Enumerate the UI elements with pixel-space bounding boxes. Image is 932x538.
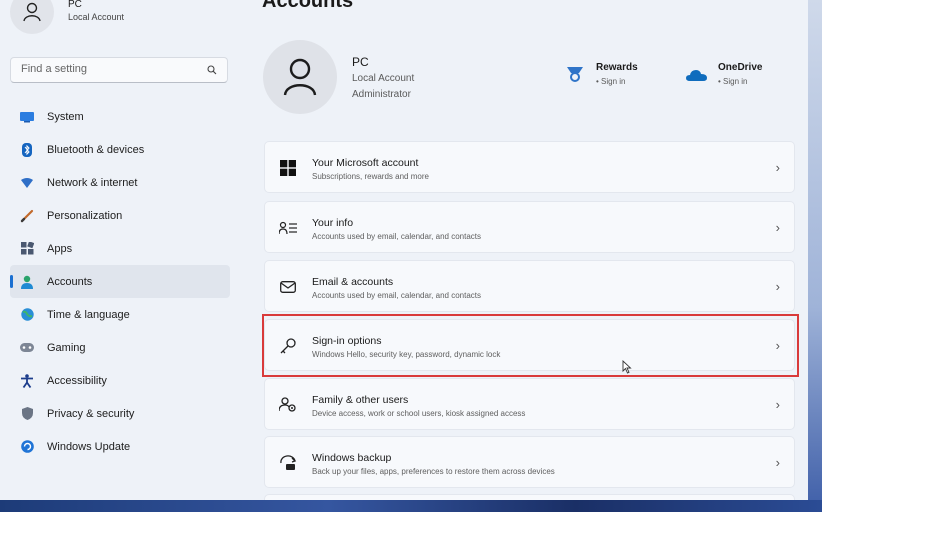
sidebar-item-label: Network & internet xyxy=(47,176,138,189)
card-family-other-users[interactable]: Family & other users Device access, work… xyxy=(264,378,795,430)
sidebar-item-network[interactable]: Network & internet xyxy=(10,166,230,199)
user-icon xyxy=(23,2,41,22)
search-input[interactable] xyxy=(19,62,203,76)
sidebar-item-label: Accounts xyxy=(47,275,93,288)
chevron-right-icon: › xyxy=(775,397,780,412)
chevron-right-icon: › xyxy=(775,455,780,470)
sidebar-item-bluetooth[interactable]: Bluetooth & devices xyxy=(10,133,230,166)
card-subtitle: Accounts used by email, calendar, and co… xyxy=(312,232,481,241)
header-user-name: PC xyxy=(68,0,82,10)
card-email-accounts[interactable]: Email & accounts Accounts used by email,… xyxy=(264,260,795,312)
sidebar-item-label: Windows Update xyxy=(47,440,131,453)
sidebar-item-label: Apps xyxy=(47,242,73,255)
rewards-status: • Sign in xyxy=(596,77,626,86)
family-icon xyxy=(279,396,297,414)
card-microsoft-account[interactable]: Your Microsoft account Subscriptions, re… xyxy=(264,141,795,193)
card-title: Windows backup xyxy=(312,452,392,464)
time-language-icon xyxy=(20,308,34,322)
profile-account-type: Local Account xyxy=(352,73,415,84)
profile-role: Administrator xyxy=(352,89,411,100)
settings-window: PC Local Account System Bluetooth & devi… xyxy=(0,0,820,510)
search-icon[interactable] xyxy=(207,65,217,75)
sidebar-item-apps[interactable]: Apps xyxy=(10,232,230,265)
card-subtitle: Device access, work or school users, kio… xyxy=(312,409,526,418)
chevron-right-icon: › xyxy=(775,279,780,294)
chevron-right-icon: › xyxy=(775,160,780,175)
sidebar-item-label: Time & language xyxy=(47,308,130,321)
profile-name: PC xyxy=(352,55,369,69)
rewards-title: Rewards xyxy=(596,62,638,73)
page-title: Accounts xyxy=(262,0,354,12)
onedrive-status: • Sign in xyxy=(718,77,748,86)
active-indicator xyxy=(10,275,13,288)
bluetooth-icon xyxy=(20,142,34,157)
avatar[interactable] xyxy=(10,0,54,34)
card-title: Email & accounts xyxy=(312,276,394,288)
accounts-icon xyxy=(20,275,34,289)
card-title: Your info xyxy=(312,217,354,229)
sidebar-item-label: Bluetooth & devices xyxy=(47,143,145,156)
sidebar-item-personalization[interactable]: Personalization xyxy=(10,199,230,232)
sidebar-item-accounts[interactable]: Accounts xyxy=(10,265,230,298)
sidebar-item-label: Personalization xyxy=(47,209,123,222)
sidebar-item-accessibility[interactable]: Accessibility xyxy=(10,364,230,397)
sidebar-item-label: Privacy & security xyxy=(47,407,135,420)
chevron-right-icon: › xyxy=(775,220,780,235)
sidebar-item-label: Gaming xyxy=(47,341,86,354)
sidebar-item-gaming[interactable]: Gaming xyxy=(10,331,230,364)
card-windows-backup[interactable]: Windows backup Back up your files, apps,… xyxy=(264,436,795,488)
highlight-box xyxy=(262,314,799,377)
rewards-icon xyxy=(567,67,583,82)
desktop-background xyxy=(808,0,822,512)
user-icon xyxy=(283,58,317,96)
mouse-cursor-icon xyxy=(622,360,632,374)
rewards-link[interactable]: Rewards • Sign in xyxy=(566,62,638,86)
personalization-icon xyxy=(20,209,34,223)
card-subtitle: Accounts used by email, calendar, and co… xyxy=(312,291,481,300)
sidebar-item-system[interactable]: System xyxy=(10,100,230,133)
card-title: Family & other users xyxy=(312,394,409,406)
onedrive-title: OneDrive xyxy=(718,62,763,73)
onedrive-link[interactable]: OneDrive • Sign in xyxy=(686,62,762,86)
sidebar-item-time-language[interactable]: Time & language xyxy=(10,298,230,331)
profile-avatar[interactable] xyxy=(263,40,337,114)
apps-icon xyxy=(20,242,34,256)
sidebar-nav: System Bluetooth & devices Network & int… xyxy=(10,100,230,463)
backup-icon xyxy=(279,454,297,472)
network-icon xyxy=(20,176,34,190)
sidebar-item-windows-update[interactable]: Windows Update xyxy=(10,430,230,463)
system-icon xyxy=(20,110,34,124)
card-your-info[interactable]: Your info Accounts used by email, calend… xyxy=(264,201,795,253)
card-subtitle: Subscriptions, rewards and more xyxy=(312,172,429,181)
privacy-icon xyxy=(20,407,34,421)
card-title: Your Microsoft account xyxy=(312,157,419,169)
desktop-strip xyxy=(0,500,822,512)
microsoft-logo-icon xyxy=(279,159,297,177)
sidebar-item-privacy[interactable]: Privacy & security xyxy=(10,397,230,430)
sidebar-item-label: System xyxy=(47,110,84,123)
your-info-icon xyxy=(279,219,297,237)
accessibility-icon xyxy=(20,373,34,388)
onedrive-icon xyxy=(686,70,707,81)
gaming-icon xyxy=(20,341,34,355)
sidebar-item-label: Accessibility xyxy=(47,374,107,387)
windows-update-icon xyxy=(20,440,34,454)
search-box[interactable] xyxy=(10,57,228,83)
card-subtitle: Back up your files, apps, preferences to… xyxy=(312,467,555,476)
header-account-type: Local Account xyxy=(68,12,125,22)
email-icon xyxy=(279,278,297,296)
